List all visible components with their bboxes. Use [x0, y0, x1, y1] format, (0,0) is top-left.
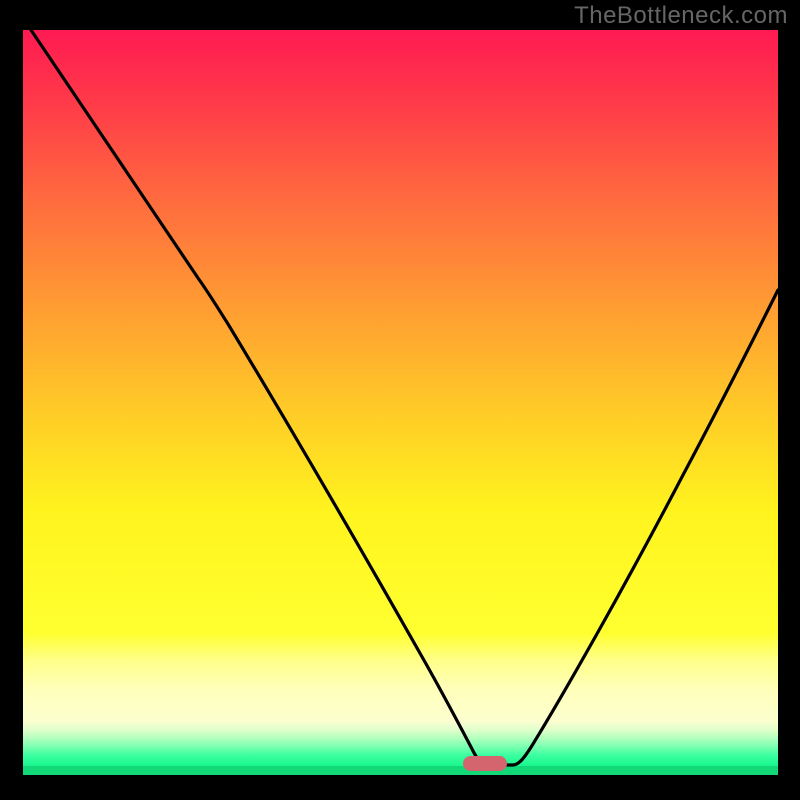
optimal-marker-pill — [463, 756, 507, 771]
watermark-text: TheBottleneck.com — [574, 2, 788, 30]
chart-frame: TheBottleneck.com — [0, 0, 800, 800]
bottleneck-curve — [23, 30, 778, 775]
curve-path — [31, 30, 778, 765]
plot-area — [23, 30, 778, 775]
